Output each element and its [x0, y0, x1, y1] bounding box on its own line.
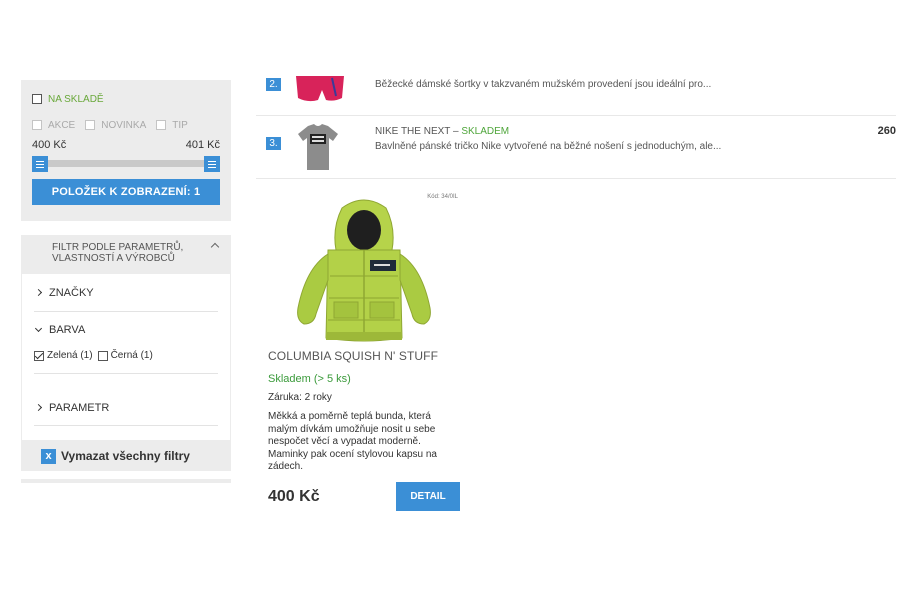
tip-checkbox[interactable] — [156, 120, 167, 130]
list-item-name[interactable]: NIKE THE NEXT – SKLADEM — [375, 126, 509, 137]
chevron-right-icon — [34, 403, 43, 412]
in-stock-label: NA SKLADĚ — [48, 93, 104, 105]
quick-filter-panel: NA SKLADĚ AKCE NOVINKA TIP 400 Kč 401 Kč — [21, 80, 231, 221]
flag-filter-akce[interactable]: AKCE — [32, 116, 75, 134]
product-price: 400 Kč — [268, 487, 320, 505]
parameter-filter-panel: FILTR PODLE PARAMETRŮ, VLASTNOSTÍ A VÝRO… — [21, 235, 231, 441]
product-code: Kód: 34/0IL — [427, 194, 458, 200]
chevron-down-icon — [34, 324, 43, 333]
shorts-thumbnail[interactable] — [296, 76, 344, 106]
divider — [21, 479, 231, 483]
tshirt-thumbnail[interactable] — [296, 124, 340, 170]
clear-all-filters-label: Vymazat všechny filtry — [61, 449, 190, 463]
product-warranty: Záruka: 2 roky — [268, 392, 332, 403]
price-max: 401 Kč — [185, 139, 220, 151]
chevron-right-icon — [34, 288, 43, 297]
green-checkbox[interactable] — [34, 350, 44, 361]
color-option-label: Zelená (1) — [47, 350, 93, 361]
list-item[interactable]: 3. NIKE THE NEXT – SKLADEM Bavlněné páns… — [256, 116, 896, 179]
akce-label: AKCE — [48, 119, 76, 131]
show-results-button[interactable]: POLOŽEK K ZOBRAZENÍ: 1 — [32, 179, 220, 205]
list-item-description: Bavlněné pánské tričko Nike vytvořené na… — [375, 141, 722, 152]
price-range-values: 400 Kč 401 Kč — [32, 139, 220, 151]
color-option-black[interactable]: Černá (1) — [97, 350, 153, 361]
product-buy-row: 400 Kč DETAIL — [268, 481, 460, 516]
filter-section-label: BARVA — [49, 324, 86, 336]
rank-badge: 3. — [266, 137, 281, 150]
filter-section-label: PARAMETR — [49, 401, 110, 414]
akce-checkbox[interactable] — [32, 120, 42, 130]
novinka-checkbox[interactable] — [85, 120, 96, 130]
list-item-description: Běžecké dámské šortky v takzvaném mužské… — [375, 79, 712, 90]
filter-section-znacky[interactable]: ZNAČKY — [34, 274, 218, 312]
black-checkbox[interactable] — [97, 350, 108, 361]
color-option-label: Černá (1) — [110, 350, 153, 361]
product-card: Kód: 34/0IL COLUMBIA SQUISH N' STUFF Skl… — [268, 190, 460, 516]
price-slider-min-handle[interactable] — [32, 156, 48, 172]
filter-sidebar: NA SKLADĚ AKCE NOVINKA TIP 400 Kč 401 Kč — [21, 80, 231, 483]
filter-section-label: ZNAČKY — [49, 286, 94, 299]
list-item[interactable]: 2. Běžecké dámské šortky v takzvaném muž… — [256, 68, 896, 116]
close-icon: x — [41, 448, 56, 464]
novinka-label: NOVINKA — [101, 119, 147, 131]
product-description: Měkká a poměrně teplá bunda, která malým… — [268, 411, 437, 472]
price-slider-track — [36, 160, 216, 167]
list-item-price: 260 — [877, 125, 896, 137]
flag-filter-novinka[interactable]: NOVINKA — [85, 116, 146, 134]
color-option-green[interactable]: Zelená (1) — [34, 350, 93, 361]
list-item-stock: SKLADEM — [461, 126, 510, 137]
parameter-filter-header[interactable]: FILTR PODLE PARAMETRŮ, VLASTNOSTÍ A VÝRO… — [22, 236, 230, 274]
flag-filter-tip[interactable]: TIP — [156, 116, 188, 134]
filter-section-barva[interactable]: BARVA — [34, 312, 218, 348]
price-min: 400 Kč — [32, 139, 67, 151]
parameter-filter-title: FILTR PODLE PARAMETRŮ, VLASTNOSTÍ A VÝRO… — [52, 242, 184, 264]
price-slider-max-handle[interactable] — [204, 156, 220, 172]
filter-section-parametr[interactable]: PARAMETR — [34, 390, 218, 426]
product-title[interactable]: COLUMBIA SQUISH N' STUFF — [268, 349, 460, 363]
in-stock-filter[interactable]: NA SKLADĚ — [32, 90, 220, 108]
product-image[interactable] — [284, 198, 444, 343]
product-availability: Skladem (> 5 ks) — [268, 373, 351, 385]
detail-button[interactable]: DETAIL — [396, 481, 460, 511]
price-slider[interactable] — [32, 156, 220, 172]
tip-label: TIP — [172, 119, 188, 131]
chevron-up-icon — [210, 242, 220, 252]
in-stock-checkbox[interactable] — [32, 94, 42, 104]
flag-filters: AKCE NOVINKA TIP — [32, 116, 220, 134]
color-options: Zelená (1) Černá (1) — [34, 348, 218, 374]
rank-badge: 2. — [266, 78, 281, 91]
clear-all-filters[interactable]: x Vymazat všechny filtry — [21, 441, 231, 471]
product-list: 2. Běžecké dámské šortky v takzvaném muž… — [256, 68, 896, 179]
